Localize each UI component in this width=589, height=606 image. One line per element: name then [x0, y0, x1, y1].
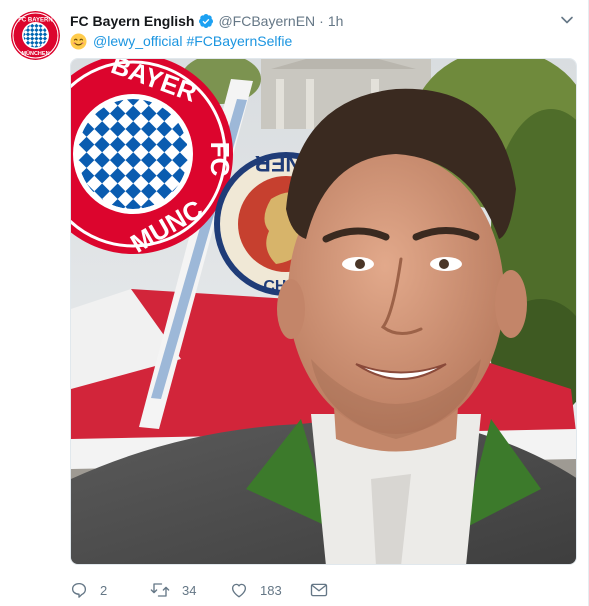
direct-message-icon: [310, 582, 328, 598]
retweet-button[interactable]: 34: [150, 581, 230, 599]
svg-text:MÜNCHEN: MÜNCHEN: [21, 50, 49, 57]
tweet-photo[interactable]: BAYER FC MUNC ANER CHEN: [70, 58, 577, 565]
reply-button[interactable]: 2: [70, 581, 150, 599]
svg-text:FC BAYERN: FC BAYERN: [18, 18, 52, 24]
tweet-header: FC Bayern English @FCBayernEN · 1h: [70, 11, 343, 31]
hashtag-link[interactable]: #FCBayernSelfie: [186, 33, 292, 49]
timestamp[interactable]: 1h: [328, 13, 344, 29]
like-button[interactable]: 183: [230, 581, 310, 599]
selfie-photo: BAYER FC MUNC ANER CHEN: [71, 59, 576, 564]
smiling-emoji-icon: [70, 33, 87, 50]
like-count: 183: [260, 582, 282, 598]
direct-message-button[interactable]: [310, 582, 328, 598]
retweet-icon: [150, 581, 170, 599]
retweet-count: 34: [182, 582, 197, 598]
tweet-actions: 2 34 183: [70, 578, 328, 602]
reply-icon: [70, 581, 88, 599]
verified-badge-icon: [198, 13, 214, 29]
avatar[interactable]: FC BAYERN MÜNCHEN: [11, 11, 60, 60]
like-icon: [230, 581, 248, 599]
separator-dot: ·: [319, 13, 324, 29]
mention-link[interactable]: @lewy_official: [93, 33, 182, 49]
fc-bayern-logo: FC BAYERN MÜNCHEN: [11, 11, 60, 60]
svg-text:FC: FC: [205, 142, 235, 177]
user-handle[interactable]: @FCBayernEN: [218, 13, 315, 29]
tweet-text: @lewy_official #FCBayernSelfie: [70, 31, 292, 51]
tweet-card[interactable]: FC BAYERN MÜNCHEN FC Bayern English @FCB…: [0, 0, 589, 606]
display-name[interactable]: FC Bayern English: [70, 13, 194, 29]
caret-down-icon[interactable]: [560, 13, 574, 27]
reply-count: 2: [100, 582, 108, 598]
